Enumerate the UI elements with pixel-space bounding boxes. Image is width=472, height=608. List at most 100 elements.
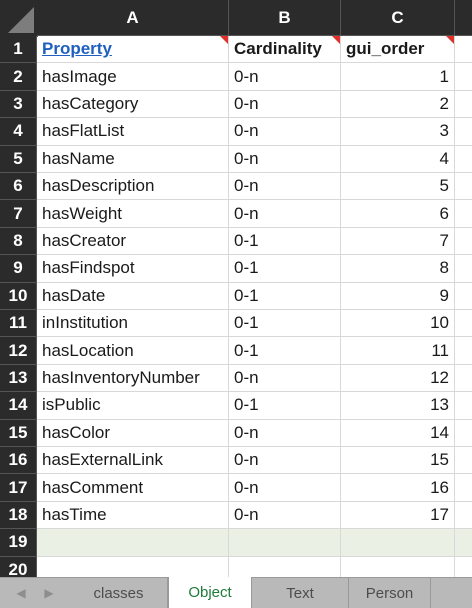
table-cell[interactable]: 0-n bbox=[229, 145, 341, 173]
row-header[interactable]: 16 bbox=[0, 447, 37, 475]
row-header[interactable]: 2 bbox=[0, 63, 37, 91]
table-cell[interactable] bbox=[455, 420, 472, 447]
table-cell[interactable] bbox=[455, 474, 472, 502]
row-header[interactable]: 20 bbox=[0, 556, 37, 577]
table-cell[interactable]: hasWeight bbox=[37, 200, 229, 228]
table-cell[interactable] bbox=[455, 91, 472, 119]
table-cell[interactable]: 0-1 bbox=[229, 255, 341, 283]
table-cell[interactable]: hasCreator bbox=[37, 227, 229, 256]
table-cell[interactable]: 15 bbox=[341, 447, 455, 475]
table-cell[interactable]: 16 bbox=[341, 474, 455, 502]
header-cell[interactable] bbox=[455, 36, 472, 64]
select-all-corner[interactable] bbox=[0, 0, 38, 37]
table-cell[interactable]: 0-n bbox=[229, 364, 341, 393]
table-cell[interactable] bbox=[229, 556, 341, 577]
column-header-d[interactable] bbox=[455, 0, 472, 36]
table-cell[interactable]: 12 bbox=[341, 364, 455, 393]
table-cell[interactable]: hasComment bbox=[37, 474, 229, 502]
table-cell[interactable]: 0-1 bbox=[229, 310, 341, 338]
row-header[interactable]: 12 bbox=[0, 337, 37, 365]
tab-person[interactable]: Person bbox=[349, 578, 431, 608]
tab-classes[interactable]: classes bbox=[70, 578, 168, 608]
table-cell[interactable]: 0-n bbox=[229, 200, 341, 228]
table-cell[interactable]: 0-n bbox=[229, 474, 341, 502]
row-header[interactable]: 11 bbox=[0, 310, 37, 338]
table-cell[interactable]: 4 bbox=[341, 145, 455, 173]
table-cell[interactable] bbox=[455, 255, 472, 283]
header-cell[interactable]: Cardinality bbox=[229, 36, 341, 64]
table-cell[interactable] bbox=[455, 365, 472, 393]
table-cell[interactable]: isPublic bbox=[37, 392, 229, 420]
table-cell[interactable]: 2 bbox=[341, 90, 455, 119]
row-header[interactable]: 15 bbox=[0, 419, 37, 447]
table-cell[interactable]: 3 bbox=[341, 118, 455, 146]
table-cell[interactable]: hasDescription bbox=[37, 173, 229, 201]
table-cell[interactable] bbox=[341, 529, 455, 557]
header-cell[interactable]: Property bbox=[37, 36, 229, 64]
table-cell[interactable]: 11 bbox=[341, 337, 455, 365]
column-header-a[interactable]: A bbox=[37, 0, 229, 36]
table-cell[interactable] bbox=[455, 310, 472, 338]
table-cell[interactable] bbox=[341, 556, 455, 577]
table-cell[interactable] bbox=[455, 337, 472, 365]
table-cell[interactable]: 0-1 bbox=[229, 337, 341, 365]
table-cell[interactable]: 0-1 bbox=[229, 227, 341, 256]
table-cell[interactable]: hasLocation bbox=[37, 337, 229, 365]
table-cell[interactable]: 14 bbox=[341, 419, 455, 447]
table-cell[interactable] bbox=[229, 529, 341, 557]
table-cell[interactable]: hasImage bbox=[37, 63, 229, 91]
row-header[interactable]: 1 bbox=[0, 36, 37, 64]
row-header[interactable]: 8 bbox=[0, 227, 37, 256]
table-cell[interactable]: 17 bbox=[341, 501, 455, 530]
table-cell[interactable]: 0-1 bbox=[229, 282, 341, 310]
table-cell[interactable]: hasCategory bbox=[37, 90, 229, 119]
table-cell[interactable]: 6 bbox=[341, 200, 455, 228]
table-cell[interactable] bbox=[455, 392, 472, 420]
table-cell[interactable]: hasInventoryNumber bbox=[37, 364, 229, 393]
table-cell[interactable] bbox=[455, 146, 472, 173]
table-cell[interactable] bbox=[455, 283, 472, 310]
table-cell[interactable] bbox=[455, 228, 472, 256]
row-header[interactable]: 19 bbox=[0, 529, 37, 557]
row-header[interactable]: 9 bbox=[0, 255, 37, 283]
table-cell[interactable]: 0-n bbox=[229, 447, 341, 475]
tab-object[interactable]: Object bbox=[168, 577, 252, 608]
table-cell[interactable] bbox=[455, 200, 472, 228]
row-header[interactable]: 18 bbox=[0, 501, 37, 530]
table-cell[interactable] bbox=[37, 556, 229, 577]
table-cell[interactable] bbox=[455, 447, 472, 475]
table-cell[interactable]: 0-n bbox=[229, 90, 341, 119]
tab-text[interactable]: Text bbox=[252, 578, 349, 608]
table-cell[interactable] bbox=[455, 63, 472, 91]
row-header[interactable]: 17 bbox=[0, 474, 37, 502]
row-header[interactable]: 4 bbox=[0, 118, 37, 146]
table-cell[interactable]: hasTime bbox=[37, 501, 229, 530]
table-cell[interactable]: inInstitution bbox=[37, 310, 229, 338]
column-header-c[interactable]: C bbox=[341, 0, 455, 36]
table-cell[interactable]: hasFindspot bbox=[37, 255, 229, 283]
header-cell[interactable]: gui_order bbox=[341, 36, 455, 64]
table-cell[interactable] bbox=[455, 557, 472, 577]
table-cell[interactable]: 0-n bbox=[229, 118, 341, 146]
table-cell[interactable] bbox=[455, 173, 472, 201]
row-header[interactable]: 5 bbox=[0, 145, 37, 173]
table-cell[interactable]: 0-1 bbox=[229, 392, 341, 420]
row-header[interactable]: 7 bbox=[0, 200, 37, 228]
table-cell[interactable]: 0-n bbox=[229, 501, 341, 530]
table-cell[interactable]: 10 bbox=[341, 310, 455, 338]
table-cell[interactable]: 5 bbox=[341, 173, 455, 201]
table-cell[interactable]: 9 bbox=[341, 282, 455, 310]
column-header-b[interactable]: B bbox=[229, 0, 341, 36]
row-header[interactable]: 13 bbox=[0, 364, 37, 393]
row-header[interactable]: 14 bbox=[0, 392, 37, 420]
table-cell[interactable]: 0-n bbox=[229, 419, 341, 447]
row-header[interactable]: 10 bbox=[0, 282, 37, 310]
table-cell[interactable]: hasExternalLink bbox=[37, 447, 229, 475]
table-cell[interactable]: 7 bbox=[341, 227, 455, 256]
table-cell[interactable]: 8 bbox=[341, 255, 455, 283]
table-cell[interactable] bbox=[37, 529, 229, 557]
row-header[interactable]: 6 bbox=[0, 173, 37, 201]
prev-sheet-icon[interactable]: ◀ bbox=[10, 578, 32, 608]
table-cell[interactable]: hasDate bbox=[37, 282, 229, 310]
table-cell[interactable]: 13 bbox=[341, 392, 455, 420]
